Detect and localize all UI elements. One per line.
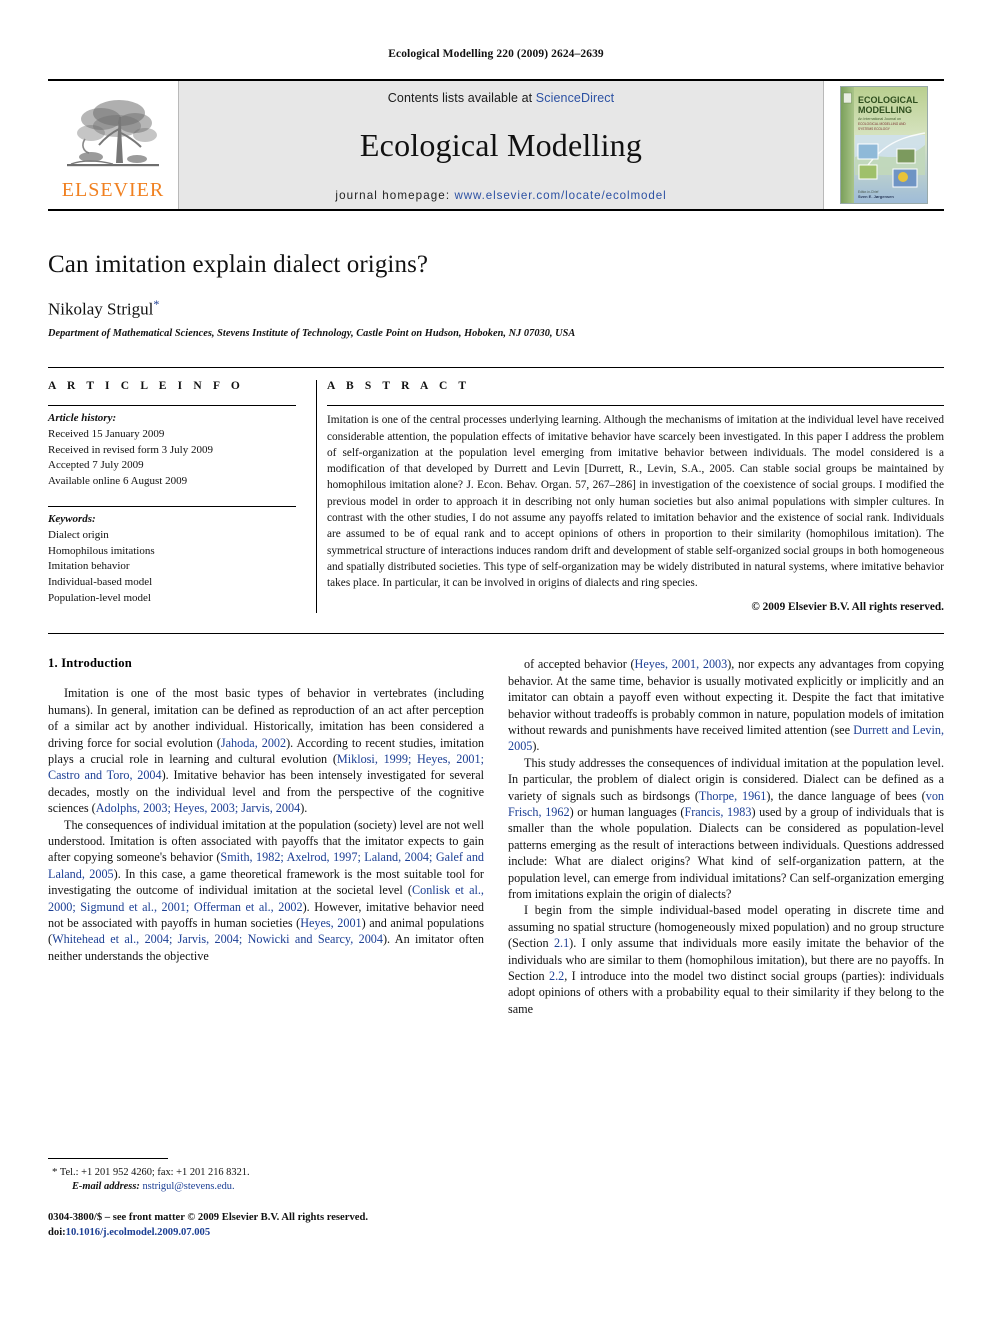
doi-link[interactable]: 10.1016/j.ecolmodel.2009.07.005 xyxy=(66,1227,210,1238)
history-item: Received 15 January 2009 xyxy=(48,428,165,441)
issn-front-matter: 0304-3800/$ – see front matter © 2009 El… xyxy=(48,1212,368,1224)
abstract-text: Imitation is one of the central processe… xyxy=(327,414,944,590)
svg-text:An International Journal on: An International Journal on xyxy=(858,117,901,121)
svg-text:ECOLOGICAL: ECOLOGICAL xyxy=(858,95,919,105)
contents-available-line: Contents lists available at ScienceDirec… xyxy=(388,91,614,105)
elsevier-tree-icon xyxy=(61,93,165,179)
paragraph: The consequences of individual imitation… xyxy=(48,817,485,963)
keyword-item: Individual-based model xyxy=(48,575,153,588)
article-history: Article history: Received 15 January 200… xyxy=(48,411,296,489)
elsevier-logo: ELSEVIER xyxy=(48,81,178,209)
body-column-right: of accepted behavior (Heyes, 2001, 2003)… xyxy=(508,656,944,1017)
paragraph: This study addresses the consequences of… xyxy=(508,755,944,902)
masthead-center-panel: Contents lists available at ScienceDirec… xyxy=(178,81,824,209)
history-item: Accepted 7 July 2009 xyxy=(48,459,144,472)
author-affiliation: Department of Mathematical Sciences, Ste… xyxy=(48,328,576,340)
article-info-heading: A R T I C L E I N F O xyxy=(48,380,244,393)
running-head: Ecological Modelling 220 (2009) 2624–263… xyxy=(388,48,604,60)
article-info-column: A R T I C L E I N F O Article history: R… xyxy=(48,380,316,613)
body-columns: 1. Introduction Imitation is one of the … xyxy=(48,656,944,1017)
imprint-block: 0304-3800/$ – see front matter © 2009 El… xyxy=(48,1211,484,1241)
journal-cover-thumbnail: ECOLOGICAL MODELLING An International Jo… xyxy=(824,81,944,209)
author-list: Nikolay Strigul* xyxy=(48,297,944,320)
email-note: E-mail address: nstrigul@stevens.edu. xyxy=(48,1180,484,1194)
body-column-left: 1. Introduction Imitation is one of the … xyxy=(48,656,484,1017)
history-item: Available online 6 August 2009 xyxy=(48,474,188,487)
section-heading-introduction: 1. Introduction xyxy=(48,656,132,671)
doi-line: doi:10.1016/j.ecolmodel.2009.07.005 xyxy=(48,1226,484,1241)
history-label: Article history: xyxy=(48,412,117,425)
title-block: Can imitation explain dialect origins? N… xyxy=(48,211,944,339)
svg-text:MODELLING: MODELLING xyxy=(858,105,912,115)
elsevier-wordmark: ELSEVIER xyxy=(61,178,165,201)
svg-text:SYSTEMS ECOLOGY: SYSTEMS ECOLOGY xyxy=(858,127,891,131)
info-divider xyxy=(48,405,296,407)
journal-title: Ecological Modelling xyxy=(359,127,643,163)
footnote-marker: * xyxy=(52,1166,58,1178)
paragraph: I begin from the simple individual-based… xyxy=(508,903,944,1016)
info-abstract-block: A R T I C L E I N F O Article history: R… xyxy=(48,367,944,614)
corresponding-author-marker[interactable]: * xyxy=(153,297,159,311)
email-label: E-mail address: xyxy=(72,1181,140,1193)
history-item: Received in revised form 3 July 2009 xyxy=(48,443,213,456)
email-link[interactable]: nstrigul@stevens.edu. xyxy=(142,1181,234,1192)
journal-masthead: ELSEVIER Contents lists available at Sci… xyxy=(48,79,944,211)
abstract-divider xyxy=(327,405,944,407)
keywords-divider xyxy=(48,506,296,508)
author-name: Nikolay Strigul xyxy=(48,299,154,319)
abstract-copyright: © 2009 Elsevier B.V. All rights reserved… xyxy=(751,601,944,614)
svg-text:ECOLOGICAL MODELLING AND: ECOLOGICAL MODELLING AND xyxy=(858,122,906,126)
keywords-label: Keywords: xyxy=(48,513,96,526)
keyword-item: Population-level model xyxy=(48,591,151,604)
svg-text:Sven E. Jørgensen: Sven E. Jørgensen xyxy=(858,194,894,199)
homepage-url-link[interactable]: www.elsevier.com/locate/ecolmodel xyxy=(455,189,667,202)
keywords-block: Keywords: Dialect origin Homophilous imi… xyxy=(48,506,296,606)
contents-prefix: Contents lists available at xyxy=(387,91,533,105)
article-page: Ecological Modelling 220 (2009) 2624–263… xyxy=(0,0,992,1323)
keyword-item: Imitation behavior xyxy=(48,560,130,573)
corresponding-author-note: * Tel.: +1 201 952 4260; fax: +1 201 216… xyxy=(48,1165,484,1180)
contact-details: Tel.: +1 201 952 4260; fax: +1 201 216 8… xyxy=(59,1167,250,1178)
body-top-divider xyxy=(48,633,944,635)
sciencedirect-link[interactable]: ScienceDirect xyxy=(536,91,614,105)
journal-homepage-line: journal homepage: www.elsevier.com/locat… xyxy=(335,189,666,202)
paragraph: Imitation is one of the most basic types… xyxy=(48,686,485,816)
abstract-heading: A B S T R A C T xyxy=(327,380,471,393)
page-title: Can imitation explain dialect origins? xyxy=(48,251,429,278)
doi-label: doi: xyxy=(48,1226,66,1238)
footnote-divider xyxy=(48,1158,168,1159)
cover-artwork: ECOLOGICAL MODELLING An International Jo… xyxy=(840,86,928,204)
keyword-item: Homophilous imitations xyxy=(48,544,155,557)
abstract-column: A B S T R A C T Imitation is one of the … xyxy=(316,380,944,614)
paragraph: of accepted behavior (Heyes, 2001, 2003)… xyxy=(508,657,944,754)
footnote-block: * Tel.: +1 201 952 4260; fax: +1 201 216… xyxy=(48,1158,484,1241)
keyword-item: Dialect origin xyxy=(48,529,109,542)
homepage-label: journal homepage: xyxy=(335,189,451,202)
